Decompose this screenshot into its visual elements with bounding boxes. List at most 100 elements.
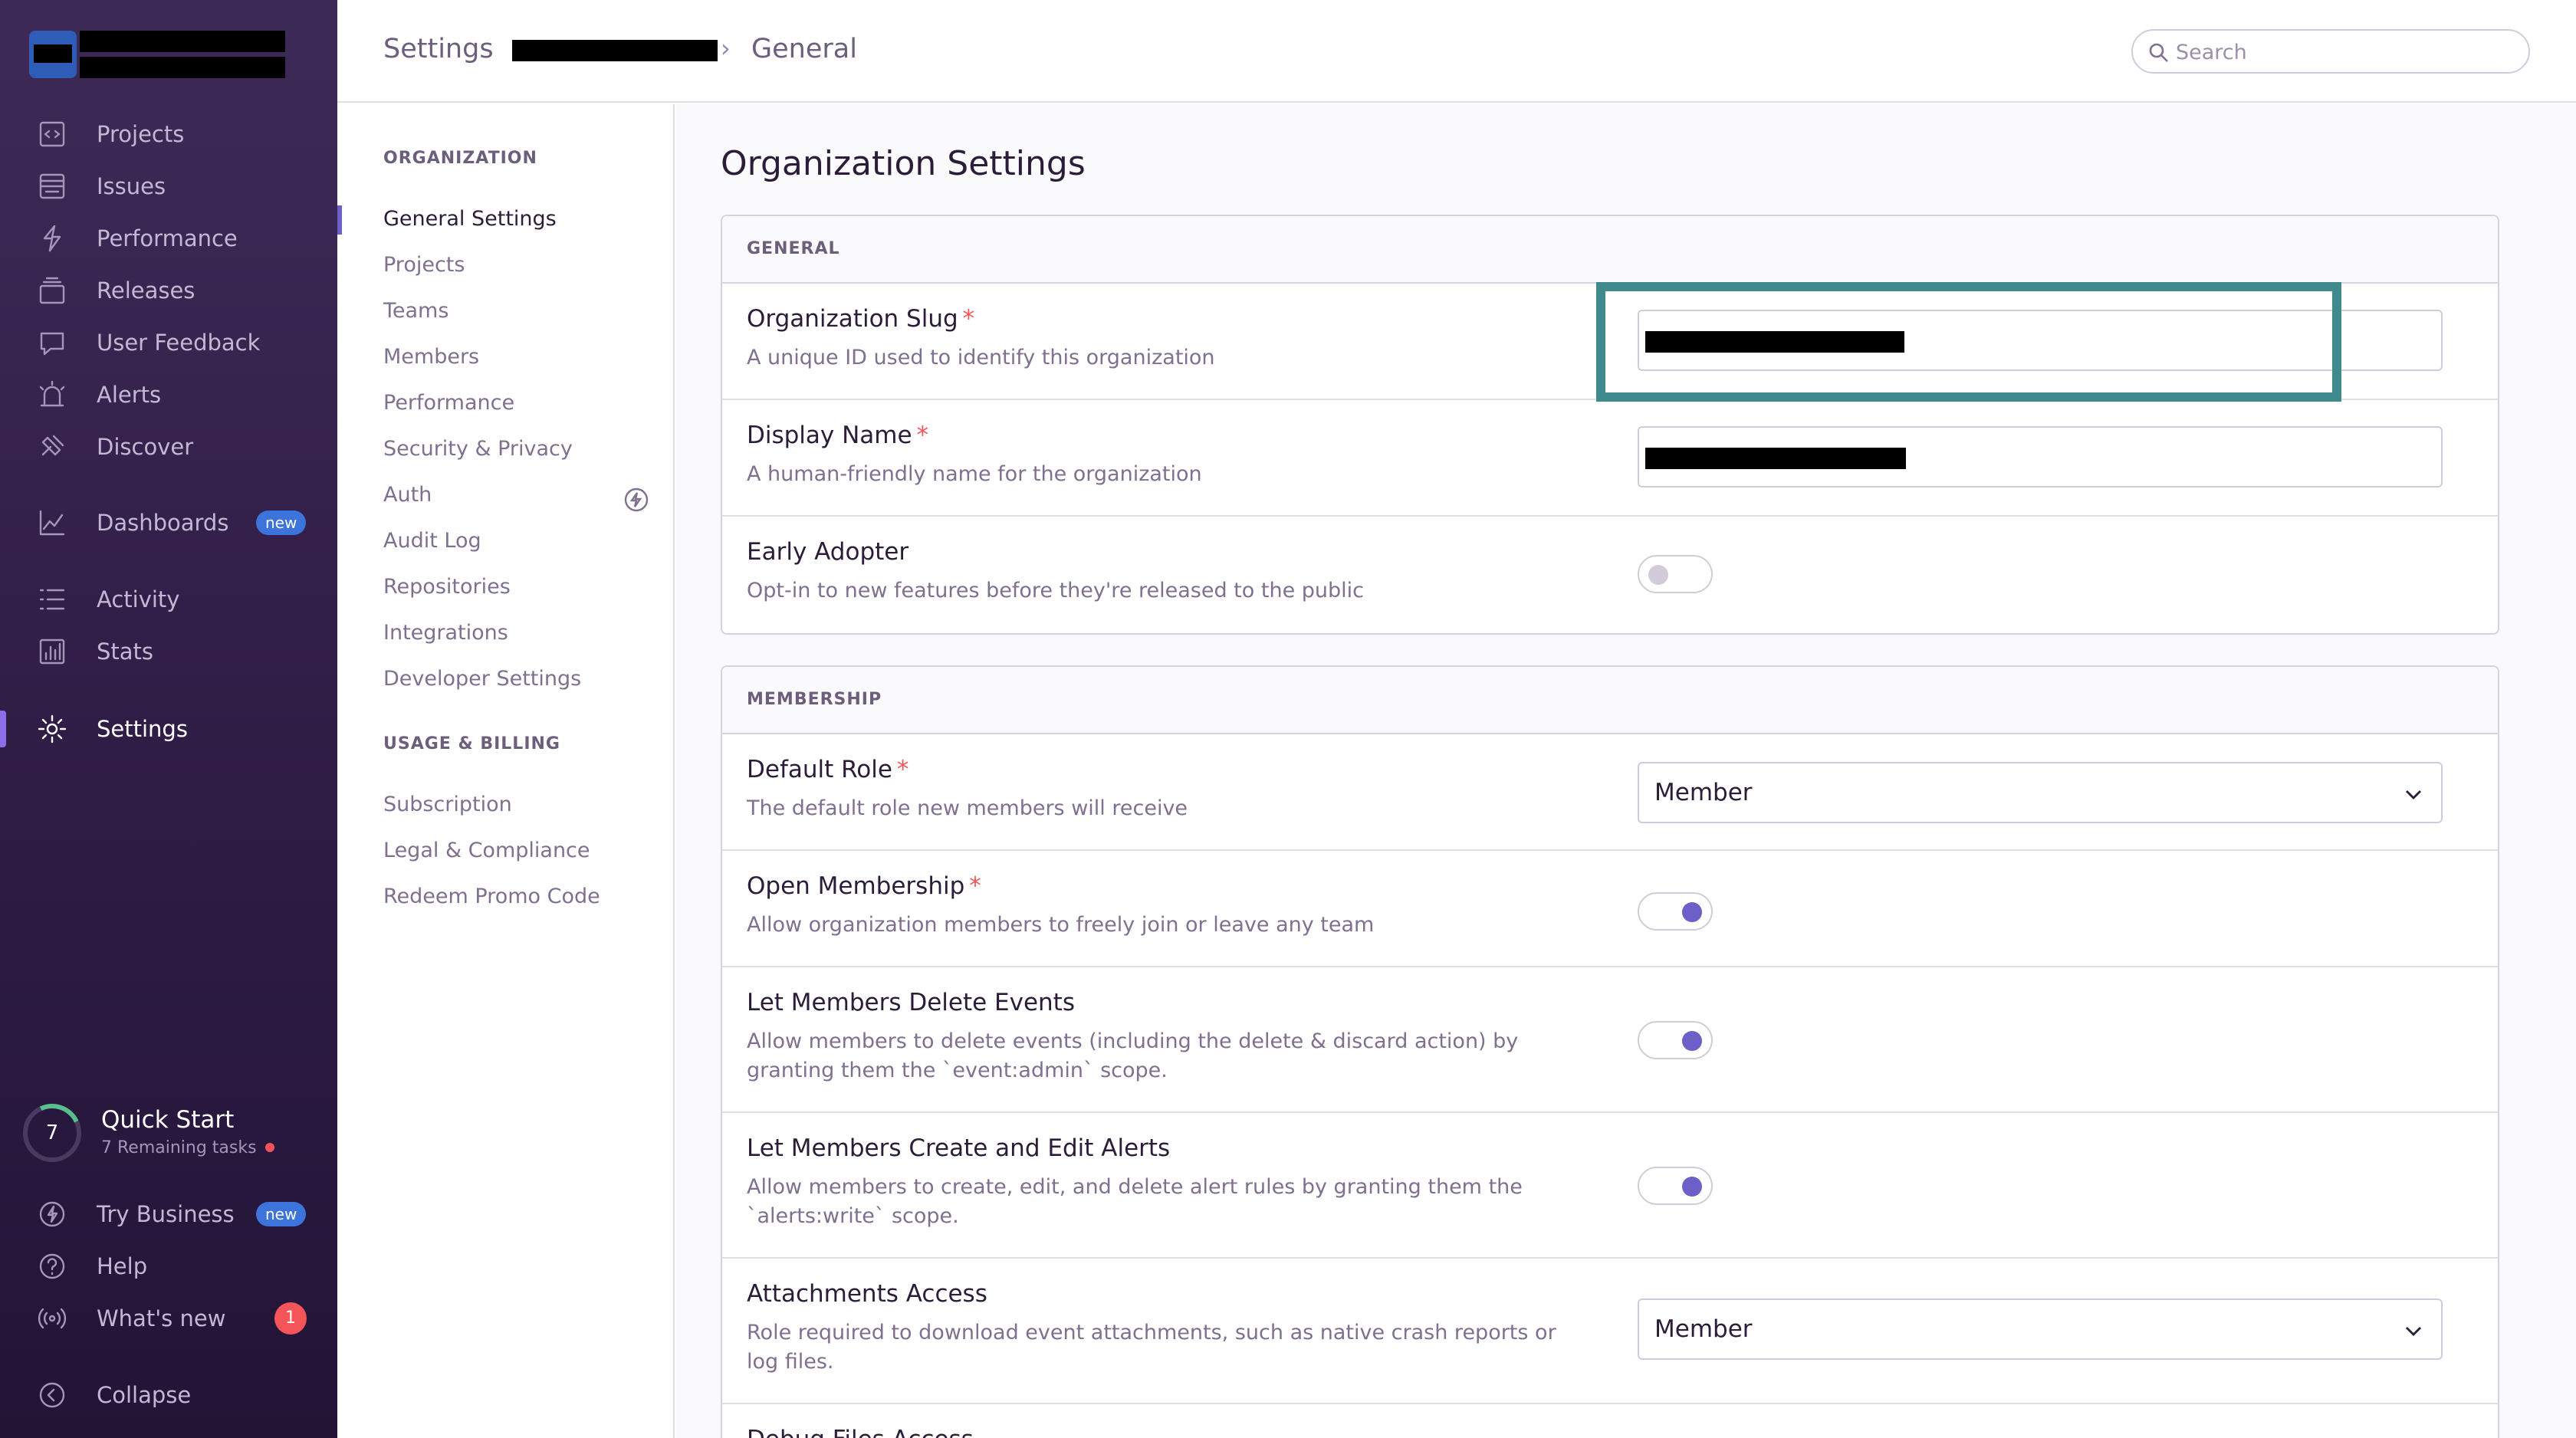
form-row-open-membership: Open Membership * Allow organization memb… bbox=[722, 851, 2498, 967]
search-box[interactable] bbox=[2131, 29, 2530, 74]
panel-heading: MEMBERSHIP bbox=[747, 690, 882, 709]
notification-count-badge: 1 bbox=[274, 1302, 307, 1335]
sidebar-item-projects[interactable]: Projects bbox=[0, 111, 337, 157]
sidebar-item-label: Projects bbox=[97, 121, 185, 147]
sidebar-item-performance[interactable]: Performance bbox=[0, 215, 337, 261]
breadcrumb-current: General bbox=[751, 34, 857, 64]
subnav-item-integrations[interactable]: Integrations bbox=[383, 621, 508, 645]
field-label: Default Role * bbox=[747, 756, 909, 783]
breadcrumb-org-redacted[interactable] bbox=[512, 40, 718, 61]
discover-icon bbox=[35, 430, 69, 464]
subnav-item-legal-compliance[interactable]: Legal & Compliance bbox=[383, 839, 590, 862]
subnav-item-repositories[interactable]: Repositories bbox=[383, 575, 511, 599]
notification-dot bbox=[265, 1143, 274, 1152]
new-badge: new bbox=[256, 511, 307, 535]
field-label: Organization Slug * bbox=[747, 305, 975, 333]
subnav-item-subscription[interactable]: Subscription bbox=[383, 793, 512, 816]
search-icon bbox=[2149, 43, 2168, 62]
sidebar-item-try-business[interactable]: Try Business new bbox=[0, 1191, 337, 1237]
subnav-item-projects[interactable]: Projects bbox=[383, 253, 465, 277]
sidebar: Projects Issues Performance Releases Use… bbox=[0, 0, 337, 1438]
sidebar-item-dashboards[interactable]: Dashboards new bbox=[0, 500, 337, 546]
sidebar-item-label: Help bbox=[97, 1253, 148, 1279]
sidebar-item-help[interactable]: Help bbox=[0, 1243, 337, 1289]
sidebar-item-user-feedback[interactable]: User Feedback bbox=[0, 320, 337, 366]
quick-start-progress[interactable]: 7 bbox=[15, 1095, 90, 1170]
sidebar-collapse-button[interactable]: Collapse bbox=[0, 1372, 337, 1418]
sidebar-item-activity[interactable]: Activity bbox=[0, 576, 337, 622]
subnav-heading-organization: ORGANIZATION bbox=[383, 149, 537, 168]
org-name-redacted[interactable] bbox=[80, 31, 285, 52]
sidebar-item-label: Issues bbox=[97, 173, 166, 199]
sidebar-item-stats[interactable]: Stats bbox=[0, 629, 337, 675]
field-label: Open Membership * bbox=[747, 872, 981, 900]
subnav-item-members[interactable]: Members bbox=[383, 345, 479, 369]
form-row-delete-events: Let Members Delete Events Allow members … bbox=[722, 967, 2498, 1113]
new-badge: new bbox=[256, 1202, 307, 1226]
sidebar-item-discover[interactable]: Discover bbox=[0, 424, 337, 470]
dashboards-icon bbox=[35, 506, 69, 540]
subnav-item-redeem-promo[interactable]: Redeem Promo Code bbox=[383, 885, 600, 908]
sidebar-item-label: What's new bbox=[97, 1305, 226, 1331]
sidebar-item-label: Try Business bbox=[97, 1201, 235, 1227]
quick-start-title[interactable]: Quick Start bbox=[101, 1106, 234, 1134]
sidebar-item-label: Stats bbox=[97, 639, 154, 665]
subnav-active-indicator bbox=[337, 205, 342, 235]
field-help: Allow members to delete events (includin… bbox=[747, 1029, 1519, 1082]
field-help: A unique ID used to identify this organi… bbox=[747, 346, 1215, 369]
sidebar-item-label: Alerts bbox=[97, 382, 162, 408]
upgrade-lock-icon bbox=[623, 486, 650, 514]
sidebar-item-releases[interactable]: Releases bbox=[0, 268, 337, 314]
subnav-item-audit-log[interactable]: Audit Log bbox=[383, 529, 481, 553]
select-value: Member bbox=[1654, 1315, 1753, 1343]
form-row-display-name: Display Name * A human-friendly name for … bbox=[722, 400, 2498, 517]
sidebar-item-settings[interactable]: Settings bbox=[0, 706, 337, 752]
quick-start-count: 7 bbox=[45, 1121, 59, 1144]
subnav-item-auth[interactable]: Auth bbox=[383, 483, 432, 507]
sidebar-item-issues[interactable]: Issues bbox=[0, 163, 337, 209]
sidebar-item-label: Settings bbox=[97, 716, 188, 742]
search-input[interactable] bbox=[2176, 37, 2513, 67]
help-icon bbox=[35, 1249, 69, 1283]
field-label: Display Name * bbox=[747, 422, 929, 449]
breadcrumb-settings[interactable]: Settings bbox=[383, 34, 494, 64]
chevron-down-icon bbox=[2406, 1327, 2421, 1336]
sidebar-item-label: Performance bbox=[97, 225, 238, 251]
sidebar-item-label: Releases bbox=[97, 277, 196, 304]
field-help: A human-friendly name for the organizati… bbox=[747, 462, 1202, 486]
delete-events-toggle[interactable] bbox=[1638, 1021, 1713, 1059]
form-row-attachments-access: Attachments Access Role required to down… bbox=[722, 1259, 2498, 1404]
subnav-item-general-settings[interactable]: General Settings bbox=[383, 207, 557, 231]
settings-subnav: ORGANIZATION General Settings Projects T… bbox=[337, 104, 675, 1438]
open-membership-toggle[interactable] bbox=[1638, 892, 1713, 931]
field-label: Let Members Delete Events bbox=[747, 989, 1075, 1016]
subnav-item-developer-settings[interactable]: Developer Settings bbox=[383, 667, 581, 691]
page-title: Organization Settings bbox=[721, 144, 1086, 183]
general-panel: GENERAL Organization Slug * A unique ID u… bbox=[721, 215, 2499, 635]
subnav-item-teams[interactable]: Teams bbox=[383, 299, 449, 323]
create-alerts-toggle[interactable] bbox=[1638, 1167, 1713, 1205]
form-row-debug-files-access: Debug Files Access bbox=[722, 1404, 2498, 1438]
subnav-item-performance[interactable]: Performance bbox=[383, 391, 514, 415]
sidebar-item-label: Collapse bbox=[97, 1382, 192, 1408]
default-role-select[interactable]: Member bbox=[1638, 762, 2443, 823]
collapse-icon bbox=[35, 1378, 69, 1412]
display-name-input[interactable] bbox=[1638, 426, 2443, 488]
chevron-down-icon bbox=[2406, 790, 2421, 799]
org-avatar[interactable] bbox=[29, 31, 77, 78]
business-icon bbox=[35, 1197, 69, 1231]
attachments-access-select[interactable]: Member bbox=[1638, 1298, 2443, 1360]
sidebar-item-label: Activity bbox=[97, 586, 180, 612]
subnav-item-security-privacy[interactable]: Security & Privacy bbox=[383, 437, 573, 461]
sidebar-item-whats-new[interactable]: What's new 1 bbox=[0, 1295, 337, 1341]
sidebar-item-label: Discover bbox=[97, 434, 194, 460]
sidebar-item-alerts[interactable]: Alerts bbox=[0, 372, 337, 418]
field-label: Let Members Create and Edit Alerts bbox=[747, 1134, 1171, 1162]
field-label: Early Adopter bbox=[747, 538, 909, 566]
alerts-icon bbox=[35, 378, 69, 412]
projects-icon bbox=[35, 117, 69, 151]
sidebar-item-label: User Feedback bbox=[97, 330, 261, 356]
field-help: The default role new members will receiv… bbox=[747, 796, 1188, 820]
early-adopter-toggle[interactable] bbox=[1638, 555, 1713, 593]
field-label: Debug Files Access bbox=[747, 1426, 974, 1438]
